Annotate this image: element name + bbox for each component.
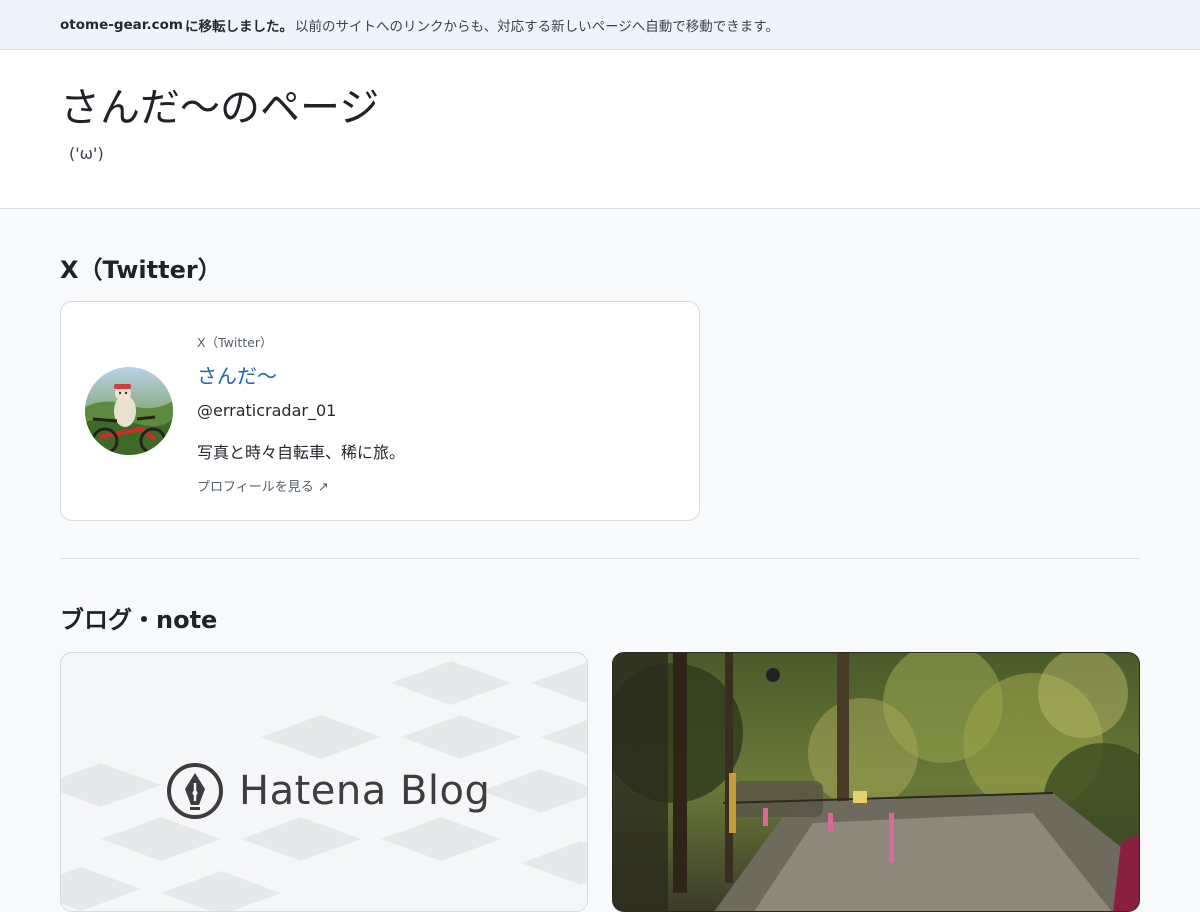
page-subtitle: ('ω') [69, 144, 104, 163]
section-divider [60, 558, 1140, 559]
new-domain[interactable]: otome-gear.com [60, 17, 183, 33]
migration-notice: otome-gear.com に移転しました。 以前のサイトへのリンクからも、対応… [0, 0, 1200, 50]
x-section-title: X（Twitter） [60, 256, 222, 284]
view-profile-link[interactable]: プロフィールを見る ↗ [197, 476, 329, 495]
hatena-logo: Hatena Blog [165, 761, 490, 821]
moved-text: に移転しました。 [184, 18, 293, 35]
blog-section-title: ブログ・note [60, 606, 218, 634]
hatena-logo-text: Hatena Blog [239, 768, 491, 814]
hatena-blog-card[interactable]: Hatena Blog [60, 652, 588, 912]
display-name-link[interactable]: さんだ〜 [197, 360, 277, 389]
note-photo-card[interactable] [612, 652, 1140, 912]
user-handle: @erraticradar_01 [197, 401, 337, 420]
x-profile-card[interactable]: X（Twitter） さんだ〜 @erraticradar_01 写真と時々自転… [60, 301, 700, 521]
page-header: さんだ〜のページ ('ω') [0, 50, 1200, 209]
page-title: さんだ〜のページ [60, 85, 380, 131]
platform-label: X（Twitter） [197, 335, 273, 350]
notice-message: 以前のサイトへのリンクからも、対応する新しいページへ自動で移動できます。 [294, 18, 779, 35]
user-bio: 写真と時々自転車、稀に旅。 [197, 443, 406, 462]
hatena-pen-icon [167, 763, 223, 819]
avatar [85, 367, 173, 455]
forest-trail-photo [613, 653, 1139, 911]
